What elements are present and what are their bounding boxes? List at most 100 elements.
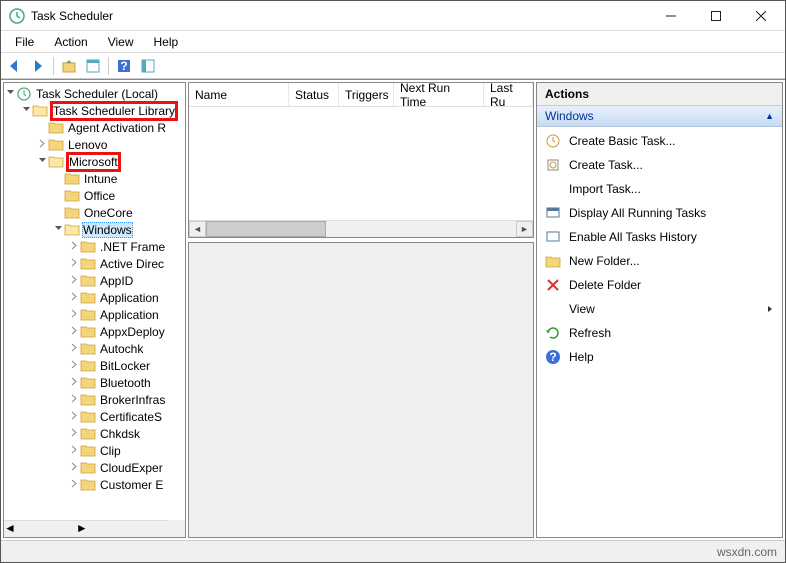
- action-label: Enable All Tasks History: [569, 230, 697, 244]
- tree-item[interactable]: Agent Activation R: [4, 119, 185, 136]
- tree-item-label: CertificateS: [98, 410, 164, 424]
- col-triggers[interactable]: Triggers: [339, 83, 394, 106]
- expand-icon[interactable]: [68, 445, 80, 457]
- view-small-button[interactable]: [82, 55, 104, 77]
- tree-item[interactable]: Lenovo: [4, 136, 185, 153]
- tree-item[interactable]: BrokerInfras: [4, 391, 185, 408]
- folder-icon: [80, 341, 96, 357]
- view-large-button[interactable]: [137, 55, 159, 77]
- expand-icon[interactable]: [68, 309, 80, 321]
- expand-icon[interactable]: [52, 224, 64, 236]
- tree-item[interactable]: Autochk: [4, 340, 185, 357]
- expand-icon[interactable]: [36, 156, 48, 168]
- expand-icon[interactable]: [68, 258, 80, 270]
- tree-item-label: Windows: [82, 222, 133, 238]
- folder-icon: [64, 205, 80, 221]
- back-button[interactable]: [3, 55, 25, 77]
- folder-icon: [80, 307, 96, 323]
- actions-context[interactable]: Windows ▲: [537, 106, 782, 127]
- middle-pane: Name Status Triggers Next Run Time Last …: [188, 82, 534, 538]
- folder-icon: [80, 358, 96, 374]
- tree-item[interactable]: Application: [4, 306, 185, 323]
- task-h-scrollbar[interactable]: ◄►: [189, 220, 533, 237]
- tree-item[interactable]: AppID: [4, 272, 185, 289]
- close-button[interactable]: [738, 2, 783, 30]
- tree-item[interactable]: Active Direc: [4, 255, 185, 272]
- expand-icon[interactable]: [68, 241, 80, 253]
- expand-icon[interactable]: [68, 411, 80, 423]
- actions-list: Create Basic Task...Create Task...Import…: [537, 127, 782, 371]
- history-icon: [545, 229, 561, 245]
- col-name[interactable]: Name: [189, 83, 289, 106]
- minimize-button[interactable]: [648, 2, 693, 30]
- tree-item[interactable]: Chkdsk: [4, 425, 185, 442]
- expand-icon[interactable]: [68, 377, 80, 389]
- action-new-folder[interactable]: New Folder...: [537, 249, 782, 273]
- tree-library[interactable]: Task Scheduler Library: [4, 102, 185, 119]
- expand-icon[interactable]: [68, 292, 80, 304]
- help-button[interactable]: ?: [113, 55, 135, 77]
- maximize-button[interactable]: [693, 2, 738, 30]
- svg-text:?: ?: [549, 350, 556, 364]
- up-button[interactable]: [58, 55, 80, 77]
- delete-icon: [545, 277, 561, 293]
- menu-help[interactable]: Help: [144, 33, 189, 51]
- statusbar: wsxdn.com: [1, 540, 785, 562]
- folder-icon: [64, 188, 80, 204]
- folder-icon: [48, 137, 64, 153]
- action-label: New Folder...: [569, 254, 640, 268]
- tree-item[interactable]: AppxDeploy: [4, 323, 185, 340]
- col-last-run[interactable]: Last Ru: [484, 83, 533, 106]
- client-area: Task Scheduler (Local)Task Scheduler Lib…: [1, 79, 785, 540]
- tree-windows[interactable]: Windows: [4, 221, 185, 238]
- tree-item[interactable]: Application: [4, 289, 185, 306]
- tree-item[interactable]: CertificateS: [4, 408, 185, 425]
- expand-icon[interactable]: [68, 343, 80, 355]
- tree-microsoft[interactable]: Microsoft: [4, 153, 185, 170]
- tree-root[interactable]: Task Scheduler (Local): [4, 85, 185, 102]
- tree-item[interactable]: .NET Frame: [4, 238, 185, 255]
- tree[interactable]: Task Scheduler (Local)Task Scheduler Lib…: [4, 83, 185, 495]
- forward-button[interactable]: [27, 55, 49, 77]
- expand-icon[interactable]: [20, 105, 32, 117]
- action-view[interactable]: View: [537, 297, 782, 321]
- menu-file[interactable]: File: [5, 33, 44, 51]
- expand-icon[interactable]: [4, 88, 16, 100]
- action-help[interactable]: ?Help: [537, 345, 782, 369]
- action-enable-all-tasks-history[interactable]: Enable All Tasks History: [537, 225, 782, 249]
- action-import-task[interactable]: Import Task...: [537, 177, 782, 201]
- tree-item[interactable]: Customer E: [4, 476, 185, 493]
- action-create-basic-task[interactable]: Create Basic Task...: [537, 129, 782, 153]
- tree-item[interactable]: Bluetooth: [4, 374, 185, 391]
- action-display-all-running-tasks[interactable]: Display All Running Tasks: [537, 201, 782, 225]
- tree-item[interactable]: BitLocker: [4, 357, 185, 374]
- tree-item[interactable]: Intune: [4, 170, 185, 187]
- none-icon: [545, 181, 561, 197]
- expand-icon[interactable]: [68, 326, 80, 338]
- expand-icon[interactable]: [68, 462, 80, 474]
- none-icon: [545, 301, 561, 317]
- action-create-task[interactable]: Create Task...: [537, 153, 782, 177]
- action-refresh[interactable]: Refresh: [537, 321, 782, 345]
- expand-icon[interactable]: [68, 428, 80, 440]
- menu-action[interactable]: Action: [44, 33, 97, 51]
- tree-item[interactable]: OneCore: [4, 204, 185, 221]
- col-next-run[interactable]: Next Run Time: [394, 83, 484, 106]
- refresh-icon: [545, 325, 561, 341]
- action-delete-folder[interactable]: Delete Folder: [537, 273, 782, 297]
- tree-item[interactable]: CloudExper: [4, 459, 185, 476]
- expand-icon[interactable]: [36, 139, 48, 151]
- menu-view[interactable]: View: [98, 33, 144, 51]
- tree-item[interactable]: Clip: [4, 442, 185, 459]
- col-status[interactable]: Status: [289, 83, 339, 106]
- expand-icon[interactable]: [68, 394, 80, 406]
- tree-h-scrollbar[interactable]: ◄►: [4, 520, 168, 537]
- expand-icon[interactable]: [68, 360, 80, 372]
- svg-text:?: ?: [120, 59, 127, 73]
- tree-item[interactable]: Office: [4, 187, 185, 204]
- window-title: Task Scheduler: [31, 9, 648, 23]
- expand-icon[interactable]: [68, 479, 80, 491]
- app-icon: [9, 8, 25, 24]
- tree-item-label: BitLocker: [98, 359, 152, 373]
- expand-icon[interactable]: [68, 275, 80, 287]
